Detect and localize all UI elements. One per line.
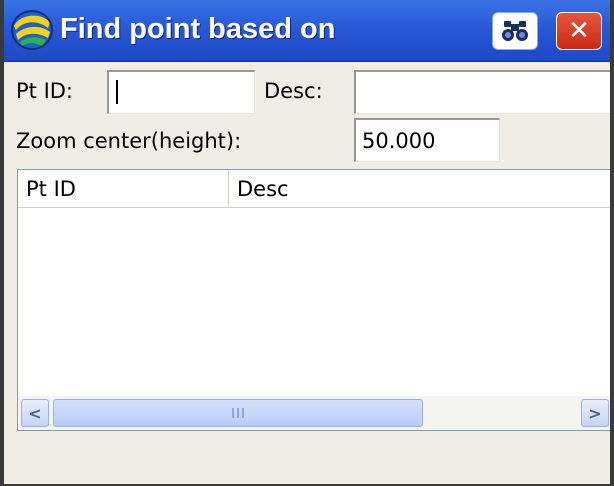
- find-point-window: Find point based on ✕ Pt ID: Desc: Zoom …: [0, 0, 614, 486]
- find-button[interactable]: [492, 12, 538, 50]
- title-bar: Find point based on ✕: [4, 0, 610, 62]
- pt-id-input[interactable]: [107, 70, 255, 114]
- column-header-pt-id[interactable]: Pt ID: [18, 170, 229, 208]
- scroll-thumb[interactable]: [53, 399, 423, 427]
- zoom-center-label: Zoom center(height):: [16, 129, 242, 153]
- zoom-center-input[interactable]: [354, 118, 500, 162]
- chevron-left-icon: <: [28, 403, 42, 423]
- grip-icon: [232, 408, 244, 418]
- desc-input[interactable]: [354, 70, 610, 114]
- window-title: Find point based on: [60, 13, 336, 45]
- horizontal-scrollbar[interactable]: < >: [18, 396, 610, 430]
- binoculars-icon: [502, 21, 528, 41]
- pt-id-label: Pt ID:: [16, 79, 74, 103]
- close-icon: ✕: [568, 16, 590, 46]
- close-button[interactable]: ✕: [556, 12, 602, 50]
- column-header-desc[interactable]: Desc: [229, 170, 610, 208]
- points-list[interactable]: Pt ID Desc < >: [17, 169, 610, 431]
- desc-label: Desc:: [264, 79, 323, 103]
- chevron-right-icon: >: [588, 403, 602, 423]
- app-logo-icon: [11, 10, 53, 50]
- list-header: Pt ID Desc: [18, 170, 610, 208]
- scroll-right-button[interactable]: >: [581, 399, 609, 427]
- scroll-left-button[interactable]: <: [21, 399, 49, 427]
- text-caret: [116, 80, 118, 104]
